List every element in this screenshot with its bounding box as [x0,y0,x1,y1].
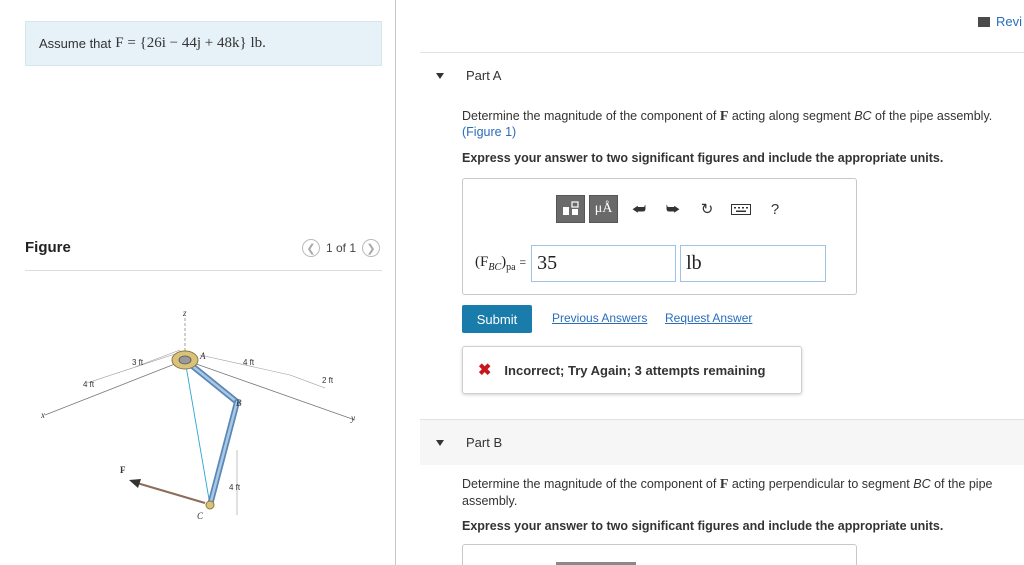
review-icon [978,16,990,27]
given-equation: F = {26i − 44j + 48k} lb. [115,35,266,51]
figure-link[interactable]: (Figure 1) [462,125,516,139]
figure-title: Figure [25,239,71,256]
collapse-caret-icon [436,72,444,79]
point-label-c: C [197,511,204,521]
pager-count: 1 of 1 [325,241,356,255]
left-panel: Assume that F = {26i − 44j + 48k} lb. Fi… [0,0,395,565]
given-prefix: Assume that [39,36,112,51]
part-a-answer-box: μÅ ⮨ ⮩ ↻ ? (FBC)pa = 35 lb [462,178,857,295]
redo-icon: ⮩ [666,200,680,218]
chevron-left-icon: ❮ [306,242,316,255]
answer-label-segment: BC [488,262,502,273]
collapse-caret-icon [436,439,444,446]
axis-label-y: y [350,413,355,423]
part-b-question: Determine the magnitude of the component… [462,476,1022,509]
part-b-question-pre: Determine the magnitude of the component… [462,477,717,491]
part-a-question-post: of the pipe assembly. [875,109,993,123]
axis-label-z: z [182,308,187,318]
submit-button[interactable]: Submit [462,305,532,333]
unit-input[interactable]: lb [680,245,827,282]
dimension-2ft: 2 ft [322,376,334,385]
part-a-instruction: Express your answer to two significant f… [462,151,944,165]
feedback-message: ✖ Incorrect; Try Again; 3 attempts remai… [462,346,802,394]
dimension-4ft-top: 4 ft [243,358,255,367]
value-input[interactable]: 35 [531,245,677,282]
figure-pager: ❮ 1 of 1 ❯ [301,239,380,257]
next-figure-button[interactable]: ❯ [362,239,380,257]
feedback-text: Incorrect; Try Again; 3 attempts remaini… [504,362,766,378]
part-b-answer-box [462,544,857,565]
part-b-question-force: F [719,477,729,492]
part-b-title: Part B [466,435,503,450]
point-label-a: A [199,351,206,361]
part-a-question: Determine the magnitude of the component… [462,108,1022,125]
part-a-question-force: F [719,109,729,124]
units-button[interactable]: μÅ [589,195,618,223]
chevron-right-icon: ❯ [366,242,376,255]
dimension-4ft-vertical: 4 ft [229,483,241,492]
part-a-title: Part A [466,68,502,83]
part-b-question-mid: acting perpendicular to segment [731,477,910,491]
pipe-assembly-figure[interactable]: z x y A B C F 3 ft 4 ft 4 ft 2 ft 4 ft [25,290,365,540]
redo-button[interactable]: ⮩ [656,195,690,223]
reset-button[interactable]: ↻ [690,195,724,223]
keyboard-icon [731,203,751,215]
undo-button[interactable]: ⮨ [622,195,656,223]
reset-icon: ↻ [700,201,714,218]
point-label-b: B [236,398,242,408]
help-button[interactable]: ? [758,195,792,223]
keyboard-button[interactable] [724,195,758,223]
given-statement: Assume that F = {26i − 44j + 48k} lb. [25,21,382,66]
undo-icon: ⮨ [632,200,646,218]
error-x-icon: ✖ [478,362,492,379]
dimension-4ft-left: 4 ft [83,380,95,389]
previous-answers-link[interactable]: Previous Answers [552,311,647,325]
dimension-3ft: 3 ft [132,358,144,367]
math-toolbar: μÅ ⮨ ⮩ ↻ ? [556,195,792,223]
part-a-question-mid: acting along segment [731,109,851,123]
review-link[interactable]: Revi [978,14,1022,29]
answer-label: (FBC)pa = [475,254,526,273]
previous-figure-button[interactable]: ❮ [301,239,320,257]
answer-label-equals: = [519,255,527,269]
part-b-question-segment: BC [913,477,931,491]
part-b-instruction: Express your answer to two significant f… [462,519,944,533]
request-answer-link[interactable]: Request Answer [665,311,752,325]
force-label-f: F [120,465,126,475]
part-b-header[interactable]: Part B [420,420,1024,465]
part-a-question-segment: BC [854,109,872,123]
column-divider [395,0,396,565]
answer-label-subscript: pa [506,262,516,273]
templates-button[interactable] [556,195,585,223]
axis-label-x: x [40,410,45,420]
answer-row: (FBC)pa = 35 lb [475,245,827,282]
part-a-question-pre: Determine the magnitude of the component… [462,109,717,123]
figure-header: Figure ❮ 1 of 1 ❯ [25,234,382,271]
part-a-header[interactable]: Part A [420,53,1024,98]
answer-label-main: (F [475,254,489,270]
templates-icon [562,201,579,215]
review-label: Revi [996,14,1023,29]
